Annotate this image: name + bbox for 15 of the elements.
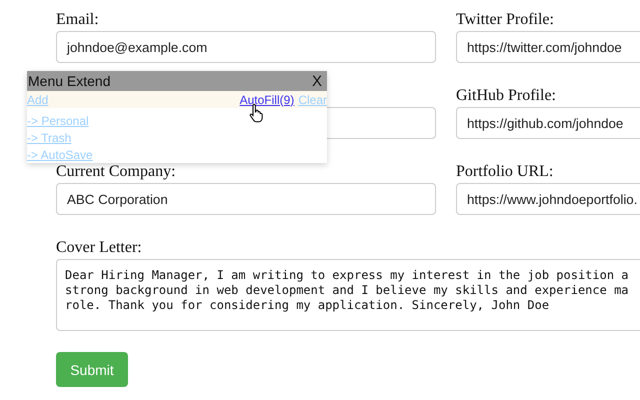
field-label: Email:: [56, 10, 100, 28]
close-button[interactable]: X: [312, 72, 322, 90]
input-field[interactable]: https://twitter.com/johndoe: [456, 31, 640, 63]
cover-letter-field[interactable]: Dear Hiring Manager, I am writing to express my interest in the job position a strong background in web development and I believe my skills and experience ma role. Thank you for considering my application. Sincerely, John Doe: [56, 259, 640, 331]
field-label: Current Company:: [56, 162, 177, 180]
menu-link[interactable]: AutoFill(9): [240, 92, 294, 106]
menu-title: Menu Extend: [28, 73, 110, 89]
field-label: GitHub Profile:: [456, 86, 557, 104]
field-label: Cover Letter:: [56, 238, 143, 256]
input-field[interactable]: johndoe@example.com: [56, 31, 436, 63]
input-field[interactable]: https://github.com/johndoe: [456, 107, 640, 139]
input-field[interactable]: ABC Corporation: [56, 183, 436, 215]
input-field[interactable]: https://www.johndoeportfolio.: [456, 183, 640, 215]
field-label: Portfolio URL:: [456, 162, 554, 180]
field-label: Twitter Profile:: [456, 10, 555, 28]
